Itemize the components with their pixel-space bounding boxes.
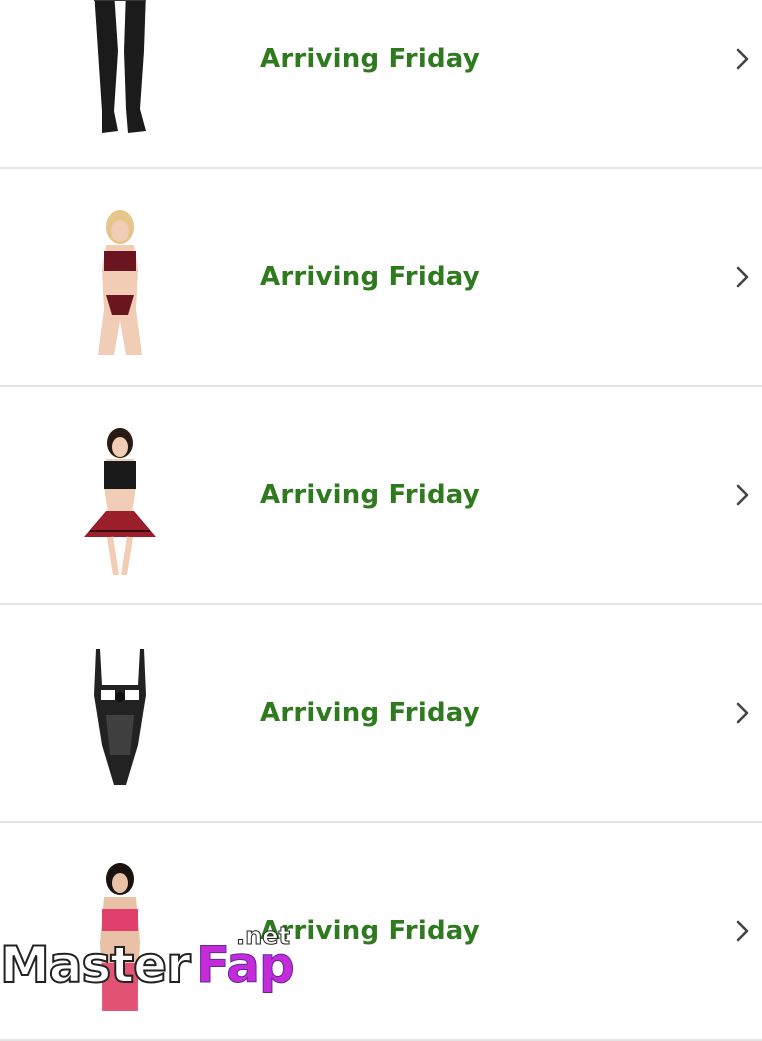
delivery-status: Arriving Friday: [260, 698, 480, 728]
chevron-right-icon[interactable]: [730, 265, 754, 289]
product-thumbnail[interactable]: [66, 645, 174, 793]
delivery-status: Arriving Friday: [260, 480, 480, 510]
order-row[interactable]: Arriving Friday: [0, 387, 762, 605]
order-row[interactable]: Arriving Friday: [0, 0, 762, 169]
order-list: Arriving Friday Arriving Friday Arriving…: [0, 0, 762, 1041]
watermark-text: Master: [0, 935, 192, 995]
product-thumbnail[interactable]: [66, 0, 174, 139]
watermark-text: .net: [236, 922, 291, 951]
order-row[interactable]: Arriving Friday: [0, 169, 762, 387]
order-row[interactable]: Arriving Friday: [0, 605, 762, 823]
chevron-right-icon[interactable]: [730, 701, 754, 725]
product-thumbnail[interactable]: [66, 209, 174, 357]
delivery-status: Arriving Friday: [260, 44, 480, 74]
lace-lingerie-set-product-image: [98, 210, 142, 355]
watermark-logo: Master Fap .net: [0, 922, 320, 996]
delivery-status: Arriving Friday: [260, 916, 480, 946]
plaid-skirt-set-product-image: [84, 428, 156, 575]
lace-teddy-product-image: [94, 649, 146, 785]
delivery-status: Arriving Friday: [260, 262, 480, 292]
chevron-right-icon[interactable]: [730, 483, 754, 507]
product-thumbnail[interactable]: [66, 427, 174, 575]
chevron-right-icon[interactable]: [730, 919, 754, 943]
stockings-product-image: [94, 0, 146, 133]
chevron-right-icon[interactable]: [730, 47, 754, 71]
